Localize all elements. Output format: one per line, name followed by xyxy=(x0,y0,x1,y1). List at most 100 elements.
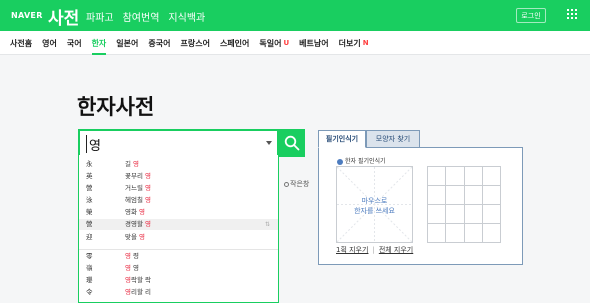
subnav-item-label: 독일어 xyxy=(259,38,282,48)
handwriting-canvas[interactable]: 마우스로 한자를 쓰세요 xyxy=(336,166,413,243)
login-button[interactable]: 로그인 xyxy=(516,8,546,23)
candidate-cell[interactable] xyxy=(428,167,447,186)
autocomplete-item[interactable]: 永길 영 xyxy=(79,159,278,170)
autocomplete-item[interactable]: 泳 헤엄칠 영 xyxy=(79,195,278,206)
panel-actions: 1획 지우기 | 전체 지우기 xyxy=(336,246,414,254)
insert-arrow-icon[interactable]: ⇅ xyxy=(265,219,270,230)
autocomplete-item[interactable]: 營 경영할 영 ⇅ xyxy=(79,219,278,230)
search-icon xyxy=(284,135,300,151)
hanja-char: 營 xyxy=(86,220,93,228)
candidate-cell[interactable] xyxy=(464,167,483,186)
autocomplete-item[interactable]: 榮 영화 영 xyxy=(79,207,278,218)
hanja-char: 榮 xyxy=(86,208,93,216)
candidate-cell[interactable] xyxy=(482,205,501,224)
new-badge: U xyxy=(283,39,290,47)
subnav-item[interactable]: 프랑스어 xyxy=(175,31,214,55)
subnav-item-label: 더보기 xyxy=(338,38,361,48)
apps-grid-icon[interactable] xyxy=(567,9,579,21)
top-nav: 파파고 참여번역 지식백과 xyxy=(86,9,205,24)
nav-papago[interactable]: 파파고 xyxy=(86,9,114,24)
candidate-cell[interactable] xyxy=(428,205,447,224)
autocomplete-item[interactable]: 英 꽃부리 영 xyxy=(79,171,278,182)
candidate-cell[interactable] xyxy=(446,167,465,186)
hanja-char: 營 xyxy=(86,184,93,192)
candidate-cell[interactable] xyxy=(482,167,501,186)
hanja-meaning: 영리할 리 xyxy=(125,288,151,296)
candidate-cell[interactable] xyxy=(464,205,483,224)
subnav-item[interactable]: 더보기 N xyxy=(334,31,374,55)
hanja-meaning: 길 영 xyxy=(125,160,140,168)
hanja-meaning: 헤엄칠 영 xyxy=(125,196,151,204)
hanja-meaning: 경영할 영 xyxy=(125,220,151,228)
hanja-char: 英 xyxy=(86,172,93,180)
hanja-meaning: 영 령 xyxy=(125,252,140,260)
subnav-item[interactable]: 한자 xyxy=(87,31,112,55)
autocomplete-item[interactable]: 營 거느릴 영 xyxy=(79,183,278,194)
service-title[interactable]: 사전 xyxy=(48,4,79,29)
subnav-item-label: 사전홈 xyxy=(10,38,33,48)
tab-shape-search[interactable]: 모양자 찾기 xyxy=(366,130,420,148)
autocomplete-item[interactable]: 令 영리할 리 xyxy=(79,287,278,298)
candidate-cell[interactable] xyxy=(464,224,483,243)
candidate-cell[interactable] xyxy=(482,186,501,205)
page-title: 한자사전 xyxy=(77,95,155,119)
divider xyxy=(79,249,278,250)
clear-all-button[interactable]: 전체 지우기 xyxy=(379,246,413,254)
hanja-char: 泳 xyxy=(86,196,93,204)
tab-handwriting[interactable]: 필기인식기 xyxy=(318,130,366,148)
clear-one-stroke-button[interactable]: 1획 지우기 xyxy=(336,246,368,254)
subnav-item-label: 중국어 xyxy=(148,38,171,48)
hanja-meaning: 맞을 영 xyxy=(125,233,146,241)
subnav-item[interactable]: 중국어 xyxy=(143,31,175,55)
hanja-meaning: 영 영 xyxy=(125,264,140,272)
search-input[interactable] xyxy=(86,135,254,153)
candidate-grid xyxy=(427,166,501,243)
subnav-item[interactable]: 베트남어 xyxy=(294,31,333,55)
autocomplete-list: 永 길 영 英 꽃부리 영 營 거느릴 영 泳 헤엄칠 영 榮 영화 영 營 경영할 영 ⇅ 迎 맞을 영 零… xyxy=(78,155,279,303)
subnav-item-label: 한자 xyxy=(91,38,107,48)
nav-participation-translation[interactable]: 참여번역 xyxy=(123,9,160,24)
handwriting-panel: 한자 필기인식기 마우스로 한자를 쓰세요 1획 지우기 | 전체 지우기 xyxy=(318,147,523,265)
candidate-cell[interactable] xyxy=(464,186,483,205)
subnav-item-label: 일본어 xyxy=(116,38,139,48)
subnav-item[interactable]: 영어 xyxy=(37,31,62,55)
hanja-char: 零 xyxy=(86,252,93,260)
info-icon xyxy=(337,158,343,165)
autocomplete-item[interactable]: 瓔 영락할 락 xyxy=(79,275,278,286)
candidate-cell[interactable] xyxy=(446,224,465,243)
subnav-item-label: 국어 xyxy=(66,38,82,48)
candidate-cell[interactable] xyxy=(428,186,447,205)
canvas-hint: 마우스로 한자를 쓰세요 xyxy=(354,197,395,215)
subnav-item[interactable]: 독일어 U xyxy=(254,31,294,55)
subnav-item[interactable]: 스페인어 xyxy=(215,31,254,55)
subnav-item[interactable]: 일본어 xyxy=(111,31,143,55)
nav-knowledge-encyclopedia[interactable]: 지식백과 xyxy=(168,9,205,24)
hanja-char: 永 xyxy=(86,160,93,168)
hanja-char: 瓔 xyxy=(86,276,93,284)
subnav-item[interactable]: 국어 xyxy=(62,31,87,55)
naver-logo[interactable]: NAVER xyxy=(11,11,43,20)
candidate-cell[interactable] xyxy=(428,224,447,243)
search-box xyxy=(78,129,279,157)
autocomplete-toggle-icon[interactable] xyxy=(266,141,272,145)
new-badge: N xyxy=(362,39,369,47)
search-button[interactable] xyxy=(279,129,305,157)
candidate-cell[interactable] xyxy=(446,205,465,224)
subnav-item-label: 베트남어 xyxy=(299,38,329,48)
hanja-char: 嶺 xyxy=(86,264,93,272)
hanja-meaning: 거느릴 영 xyxy=(125,184,151,192)
panel-heading: 한자 필기인식기 xyxy=(337,156,386,165)
small-window-option[interactable]: 작은창 xyxy=(284,179,309,189)
autocomplete-item[interactable]: 迎 맞을 영 xyxy=(79,232,278,243)
radio-icon xyxy=(284,181,289,187)
hanja-meaning: 꽃부리 영 xyxy=(125,172,151,180)
candidate-cell[interactable] xyxy=(446,186,465,205)
autocomplete-item[interactable]: 嶺영 영 xyxy=(79,263,278,274)
hanja-char: 迎 xyxy=(86,233,93,241)
top-bar: NAVER 사전 파파고 참여번역 지식백과 로그인 xyxy=(0,0,590,31)
hanja-char: 令 xyxy=(86,288,93,296)
candidate-cell[interactable] xyxy=(482,224,501,243)
subnav-item[interactable]: 사전홈 xyxy=(10,31,37,55)
language-nav: 사전홈 영어 국어 한자 일본어 중국어 프랑스어 스페인어 독일어 U 베트남어 더보기 N xyxy=(0,31,590,55)
autocomplete-item[interactable]: 零영 령 xyxy=(79,251,278,262)
